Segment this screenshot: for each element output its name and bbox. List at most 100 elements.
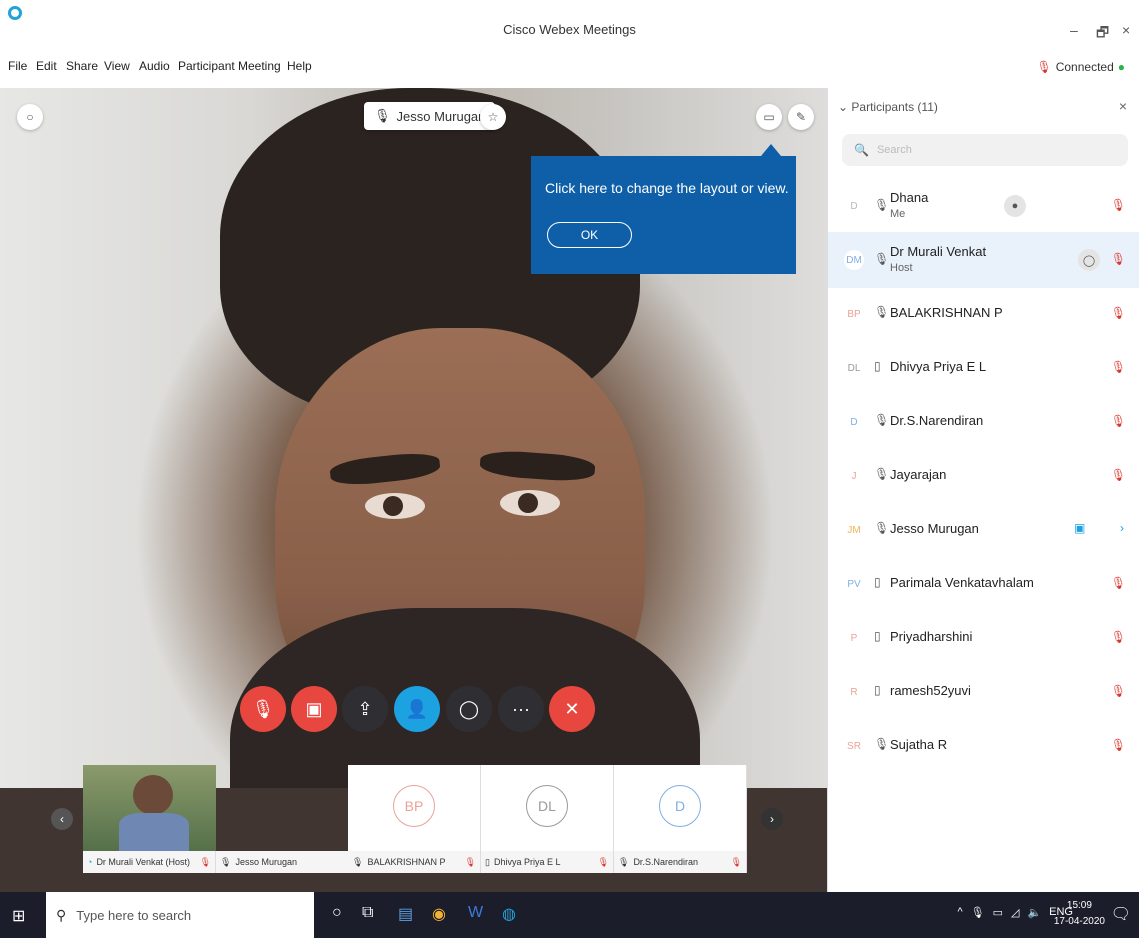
thumbnail-balakrishnan[interactable]: BP 🎙 BALAKRISHNAN P 🎙 [348,765,481,873]
muted-mic-icon[interactable]: 🎙 [1111,468,1126,482]
participants-panel: ⌄ Participants (11) × 🔍 D 🎙 Dhana Me ● 🎙… [827,88,1139,892]
participant-row[interactable]: PV ▯ Parimala Venkatavhalam 🎙 [828,556,1139,612]
microphone-icon: 🎙 [874,521,890,535]
connection-status: 🎙 Connected ● [1036,60,1125,74]
microphone-icon: 🎙 [1036,60,1052,74]
phone-icon: ▯ [874,575,881,589]
participants-search: 🔍 [842,134,1128,166]
microphone-icon: 🎙 [874,305,890,319]
muted-mic-icon[interactable]: 🎙 [1111,738,1126,752]
menu-view[interactable]: View [104,59,130,73]
thumbnail-name: Dr Murali Venkat (Host) [96,857,190,867]
thumbnail-label: 🎙 Jesso Murugan [216,851,348,873]
participant-name: Dhivya Priya E L [890,359,987,374]
chrome-icon[interactable]: ◉ [432,904,446,924]
participants-header[interactable]: ⌄ Participants (11) [838,100,938,114]
participant-name: Parimala Venkatavhalam [890,575,1034,590]
webex-logo-icon [8,6,22,20]
microphone-icon: 🎙 [874,252,890,266]
search-input[interactable] [876,144,1077,156]
participant-row[interactable]: JM 🎙 Jesso Murugan ▣ › [828,502,1139,558]
close-panel-button[interactable]: × [1119,98,1127,114]
chevron-down-icon: ⌄ [838,100,852,114]
taskbar-search-input[interactable] [76,907,297,923]
video-content [119,813,189,851]
battery-icon[interactable]: ▭ [993,906,1003,919]
more-button[interactable]: ··· [498,686,544,732]
participant-name: Dr.S.Narendiran [890,413,984,428]
search-icon: ⚲ [56,906,67,923]
file-explorer-icon[interactable]: ▤ [398,904,413,924]
layout-button[interactable]: ▭ [756,104,782,130]
leave-button[interactable]: ✕ [549,686,595,732]
pin-button[interactable]: ☆ [480,104,506,130]
participant-row[interactable]: D 🎙 Dhana Me ● 🎙 [828,178,1139,234]
filmstrip-next-button[interactable]: › [761,808,783,830]
participant-name: Sujatha R [890,737,948,752]
meeting-info-button[interactable]: ○ [17,104,43,130]
participant-row[interactable]: P ▯ Priyadharshini 🎙 [828,610,1139,666]
wifi-icon[interactable]: ◿ [1011,906,1019,919]
muted-mic-icon[interactable]: 🎙 [1111,306,1126,320]
close-window-button[interactable]: × [1122,22,1130,38]
menu-meeting[interactable]: Meeting [238,59,281,73]
microphone-icon: 🎙 [220,856,232,867]
minimize-button[interactable]: – [1070,22,1078,38]
tooltip-ok-button[interactable]: OK [547,222,632,248]
participant-row[interactable]: BP 🎙 BALAKRISHNAN P 🎙 [828,286,1139,342]
avatar: BP [844,304,864,324]
menu-share[interactable]: Share [66,59,98,73]
chat-button[interactable]: ◯ [446,686,492,732]
phone-icon: ▯ [874,683,881,697]
thumbnail-narendiran[interactable]: D 🎙 Dr.S.Narendiran 🎙 [614,765,747,873]
task-view-icon[interactable]: ⧉ [362,904,373,922]
participant-row[interactable]: SR 🎙 Sujatha R 🎙 [828,718,1139,774]
volume-icon[interactable]: 🔈 [1027,906,1041,919]
participant-row[interactable]: D 🎙 Dr.S.Narendiran 🎙 [828,394,1139,450]
annotate-button[interactable]: ✎ [788,104,814,130]
thumbnail-murali[interactable]: ◔ Dr Murali Venkat (Host) 🎙 [83,765,216,873]
menu-help[interactable]: Help [287,59,312,73]
muted-mic-icon: 🎙 [597,856,609,867]
webex-taskbar-icon[interactable]: ◍ [502,904,516,924]
word-icon[interactable]: W [468,904,483,922]
notification-icon[interactable]: 🗨 [1111,904,1131,924]
windows-start-icon[interactable]: ⊞ [12,906,25,926]
muted-mic-icon[interactable]: 🎙 [1111,576,1126,590]
avatar: D [659,785,701,827]
menu-participant[interactable]: Participant [178,59,235,73]
chat-icon[interactable]: ◯ [1078,249,1100,271]
muted-mic-icon[interactable]: 🎙 [1111,414,1126,428]
window-title: Cisco Webex Meetings [503,22,636,37]
video-button[interactable]: ▣ [291,686,337,732]
thumbnail-dhivya[interactable]: DL ▯ Dhivya Priya E L 🎙 [481,765,614,873]
avatar: BP [393,785,435,827]
restore-button[interactable]: 🗗 [1096,22,1109,46]
share-button[interactable]: ⇪ [342,686,388,732]
menu-file[interactable]: File [8,59,27,73]
participant-row[interactable]: R ▯ ramesh52yuvi 🎙 [828,664,1139,720]
chevron-up-icon[interactable]: ^ [957,906,962,919]
mute-button[interactable]: 🎙 [240,686,286,732]
participant-row[interactable]: J 🎙 Jayarajan 🎙 [828,448,1139,504]
cortana-icon[interactable]: ○ [332,904,342,922]
taskbar-clock[interactable]: 15:09 17-04-2020 [1054,898,1105,930]
menu-edit[interactable]: Edit [36,59,57,73]
participant-row[interactable]: DL ▯ Dhivya Priya E L 🎙 [828,340,1139,396]
muted-mic-icon[interactable]: 🎙 [1111,684,1126,698]
cursor-icon: ● [1004,195,1026,217]
muted-mic-icon[interactable]: 🎙 [1111,360,1126,374]
participants-button[interactable]: 👤 [394,686,440,732]
menu-audio[interactable]: Audio [139,59,170,73]
thumbnail-jesso[interactable]: 🎙 Jesso Murugan [216,765,348,873]
avatar: DM [844,250,864,270]
phone-icon: ▯ [874,359,881,373]
muted-mic-icon[interactable]: 🎙 [1111,198,1126,212]
windows-taskbar: ⊞ ⚲ ○ ⧉ ▤ ◉ W ◍ ^ 🎙 ▭ ◿ 🔈 ENG 15:09 17-0… [0,892,1139,938]
muted-mic-icon[interactable]: 🎙 [1111,630,1126,644]
filmstrip-prev-button[interactable]: ‹ [51,808,73,830]
muted-mic-icon[interactable]: 🎙 [1111,252,1126,266]
audio-active-icon: › [1120,521,1124,535]
muted-mic-icon: 🎙 [730,856,742,867]
participant-row[interactable]: DM 🎙 Dr Murali Venkat Host ◯ 🎙 [828,232,1139,288]
